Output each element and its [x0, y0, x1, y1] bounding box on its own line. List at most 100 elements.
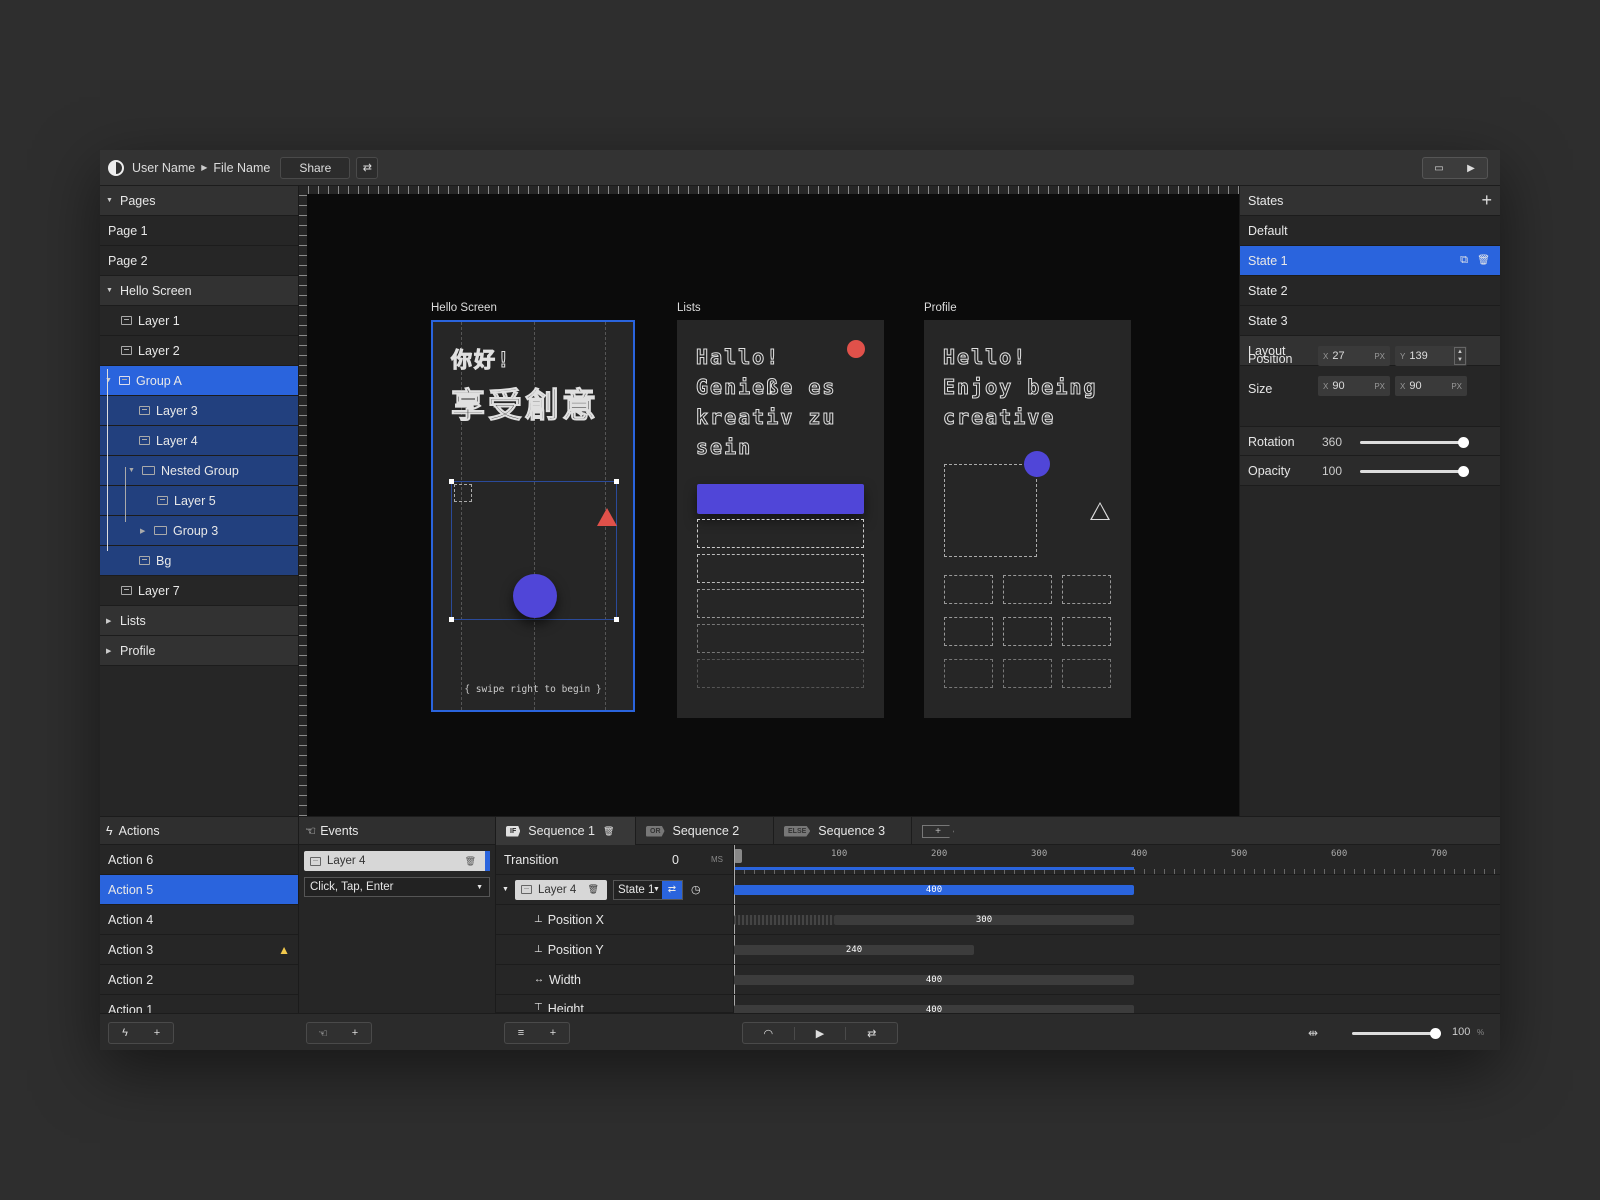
theme-logo-icon[interactable]	[108, 159, 124, 176]
sync-icon[interactable]: ⇄	[661, 880, 682, 899]
add-property-button[interactable]: ≡ +	[504, 1022, 570, 1044]
profile-header[interactable]: ▶ Profile	[100, 636, 298, 666]
property-row[interactable]: ↔ Width	[496, 965, 733, 995]
opacity-value[interactable]: 100	[1322, 464, 1342, 478]
add-sequence-button[interactable]: +	[922, 825, 954, 838]
time-ruler[interactable]: 100 200 300 400 500 600 700	[734, 845, 1500, 875]
opacity-slider[interactable]	[1360, 466, 1469, 477]
profile-frame[interactable]: Hello! Enjoy being creative	[924, 320, 1131, 718]
clock-icon[interactable]: ◷	[691, 883, 701, 896]
add-state-icon[interactable]: +	[1481, 190, 1492, 211]
play-icon[interactable]: ▶	[1455, 158, 1487, 178]
position-y-field[interactable]: Y 139 ▲ ▼	[1395, 346, 1467, 366]
layer-item-group-3[interactable]: ▶ Group 3	[100, 516, 298, 546]
property-row[interactable]: ⊥ Position Y	[496, 935, 733, 965]
position-x-field[interactable]: X 27 PX	[1318, 346, 1390, 366]
breadcrumb-user[interactable]: User Name	[132, 161, 195, 175]
slider-knob[interactable]	[1430, 1028, 1441, 1039]
hello-screen-frame[interactable]: 你好! 享受創意 { swipe right to begin }	[431, 320, 635, 712]
rotation-slider[interactable]	[1360, 437, 1469, 448]
trash-icon[interactable]: 🗑	[1477, 255, 1490, 266]
property-row[interactable]: ⊥ Position X	[496, 905, 733, 935]
size-x-field[interactable]: X 90 PX	[1318, 376, 1390, 396]
layer-item[interactable]: Layer 4	[100, 426, 298, 456]
timeline-bar[interactable]: 400	[734, 885, 1134, 895]
property-row[interactable]: ⊤ Height	[496, 995, 733, 1013]
playhead-handle[interactable]	[734, 849, 742, 863]
hello-screen-header[interactable]: ▼ Hello Screen	[100, 276, 298, 306]
add-event-button[interactable]: ☜ +	[306, 1022, 372, 1044]
page-item[interactable]: Page 1	[100, 216, 298, 246]
layer-item-group-a[interactable]: ▼ Group A	[100, 366, 298, 396]
layer-item[interactable]: Layer 3	[100, 396, 298, 426]
layer-item[interactable]: Layer 7	[100, 576, 298, 606]
zoom-fit-icon[interactable]: ⇹	[1308, 1026, 1318, 1040]
timeline-layer-chip[interactable]: Layer 4 🗑	[514, 879, 607, 900]
timeline-bar[interactable]: 300	[834, 915, 1134, 925]
primary-list-bar[interactable]	[697, 484, 864, 514]
loop-icon[interactable]: ⇄	[846, 1027, 897, 1040]
action-item[interactable]: Action 3 ▲	[100, 935, 298, 965]
device-preview-icon[interactable]: ▭	[1423, 158, 1455, 178]
page-item[interactable]: Page 2	[100, 246, 298, 276]
breadcrumb-file[interactable]: File Name	[213, 161, 270, 175]
zoom-slider[interactable]	[1352, 1028, 1441, 1039]
timeline-bar[interactable]: 400	[734, 1005, 1134, 1013]
blue-circle[interactable]	[513, 574, 557, 618]
rotation-value[interactable]: 360	[1322, 435, 1342, 449]
layer-item[interactable]: Layer 2	[100, 336, 298, 366]
red-triangle[interactable]	[597, 508, 617, 526]
red-dot[interactable]	[847, 340, 865, 358]
frame-label[interactable]: Hello Screen	[431, 302, 497, 314]
duplicate-icon[interactable]: ⧉	[1460, 254, 1468, 267]
size-y-field[interactable]: X 90 PX	[1395, 376, 1467, 396]
slider-knob[interactable]	[1458, 466, 1469, 477]
frame-label[interactable]: Lists	[677, 302, 701, 314]
resize-handle[interactable]	[449, 617, 454, 622]
action-item[interactable]: Action 6	[100, 845, 298, 875]
lists-frame[interactable]: Hallo! Genieße es kreativ zu sein	[677, 320, 884, 718]
state-item[interactable]: Default	[1240, 216, 1500, 246]
selection-box[interactable]	[449, 479, 619, 622]
transition-value[interactable]: 0	[672, 853, 679, 867]
timeline-track[interactable]: 100 200 300 400 500 600 700 400 300 240 400…	[734, 845, 1500, 1013]
state-item-selected[interactable]: State 1 ⧉ 🗑	[1240, 246, 1500, 276]
blue-circle[interactable]	[1024, 451, 1050, 477]
action-item[interactable]: Action 2	[100, 965, 298, 995]
stepper-icon[interactable]: ▲ ▼	[1454, 347, 1466, 365]
layer-item[interactable]: Layer 1	[100, 306, 298, 336]
timeline-state-select[interactable]: State 1 ▼ ⇄	[612, 879, 683, 900]
tab-sequence-1[interactable]: IF Sequence 1 🗑	[496, 817, 636, 845]
speed-icon[interactable]: ◠	[743, 1026, 795, 1040]
state-item[interactable]: State 3	[1240, 306, 1500, 336]
caret-down-icon[interactable]: ▼	[502, 886, 509, 893]
warning-icon[interactable]: ▲	[278, 943, 290, 957]
add-action-button[interactable]: ϟ +	[108, 1022, 174, 1044]
event-layer-chip[interactable]: Layer 4 🗑	[304, 851, 490, 871]
frame-label[interactable]: Profile	[924, 302, 957, 314]
timeline-bar[interactable]: 400	[734, 975, 1134, 985]
layer-item-nested-group[interactable]: ▼ Nested Group	[100, 456, 298, 486]
tab-sequence-2[interactable]: OR Sequence 2	[636, 817, 774, 845]
lists-header[interactable]: ▶ Lists	[100, 606, 298, 636]
trash-icon[interactable]: 🗑	[588, 884, 599, 895]
share-button[interactable]: Share	[280, 156, 351, 179]
action-item[interactable]: Action 4	[100, 905, 298, 935]
resize-handle[interactable]	[614, 479, 619, 484]
timeline-bar[interactable]: 240	[734, 945, 974, 955]
layer-item[interactable]: Layer 5	[100, 486, 298, 516]
tab-sequence-3[interactable]: ELSE Sequence 3	[774, 817, 912, 845]
state-item[interactable]: State 2	[1240, 276, 1500, 306]
sync-button[interactable]: ⇄	[356, 156, 379, 179]
trash-icon[interactable]: 🗑	[465, 856, 476, 867]
canvas[interactable]: Hello Screen 你好! 享受創意 { swipe right to b…	[307, 194, 1239, 816]
trash-icon[interactable]: 🗑	[603, 826, 614, 837]
resize-handle[interactable]	[614, 617, 619, 622]
play-icon[interactable]: ▶	[795, 1026, 847, 1040]
triangle-outline[interactable]	[1090, 502, 1110, 520]
pages-header[interactable]: ▼ Pages	[100, 186, 298, 216]
trigger-select[interactable]: Click, Tap, Enter ▼	[304, 877, 490, 897]
action-item-selected[interactable]: Action 5	[100, 875, 298, 905]
slider-knob[interactable]	[1458, 437, 1469, 448]
layer-item[interactable]: Bg	[100, 546, 298, 576]
